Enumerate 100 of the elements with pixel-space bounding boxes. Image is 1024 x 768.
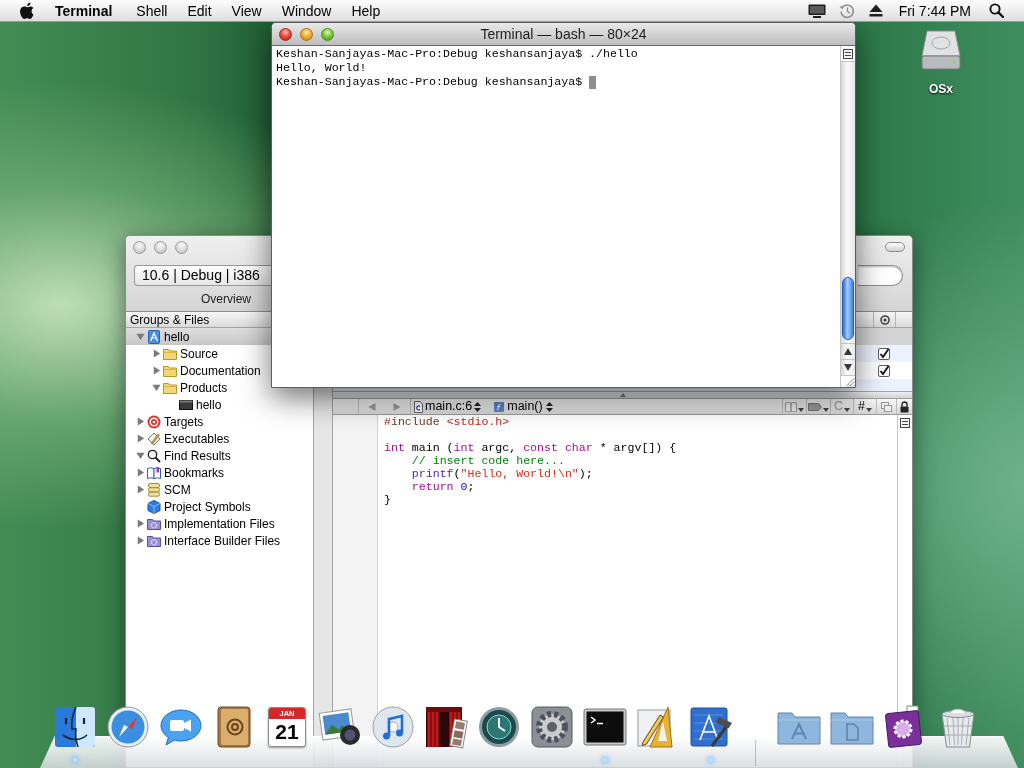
caret-icon bbox=[865, 407, 872, 412]
scrollbar-thumb[interactable] bbox=[842, 277, 854, 340]
code-line: return 0; bbox=[410, 480, 475, 493]
left-triangle-icon bbox=[367, 402, 376, 411]
search-field[interactable] bbox=[858, 265, 903, 286]
triangle-icon[interactable] bbox=[135, 485, 145, 494]
triangle-icon[interactable] bbox=[135, 519, 145, 528]
database-icon bbox=[147, 482, 161, 497]
desktop-icon-label[interactable]: OSx bbox=[929, 82, 953, 96]
triangle-icon[interactable] bbox=[135, 417, 145, 426]
down-arrow-icon[interactable] bbox=[844, 364, 852, 371]
search-icon bbox=[147, 448, 161, 463]
code-line: int main (int argc, const char * argv[]) { bbox=[384, 441, 677, 454]
terminal-line: Keshan-Sanjayas-Mac-Pro:Debug keshansanjaya$ bbox=[276, 75, 583, 89]
tree-item[interactable]: Find Results bbox=[126, 447, 271, 464]
compass-icon[interactable] bbox=[105, 704, 151, 750]
tree-item[interactable]: Project Symbols bbox=[126, 498, 271, 515]
lock-icon bbox=[900, 400, 909, 413]
triangle-icon[interactable] bbox=[135, 468, 145, 477]
tree-item[interactable]: Implementation Files bbox=[126, 515, 277, 532]
tree-item[interactable]: Targets bbox=[126, 413, 271, 430]
minimize-button[interactable] bbox=[300, 27, 313, 41]
hammer-icon[interactable] bbox=[688, 704, 734, 750]
clock-icon[interactable] bbox=[476, 704, 522, 750]
split-view-icon[interactable] bbox=[843, 48, 853, 59]
tree-item[interactable]: Products bbox=[126, 379, 271, 396]
lock-button[interactable] bbox=[896, 399, 912, 414]
triangle-icon[interactable] bbox=[135, 434, 145, 443]
gear-folder-icon bbox=[147, 516, 161, 531]
folder-icon bbox=[163, 380, 177, 395]
display-icon[interactable] bbox=[807, 3, 826, 18]
pencil-document-icon bbox=[147, 431, 161, 446]
apple-logo-icon bbox=[20, 2, 34, 19]
search-icon[interactable] bbox=[989, 3, 1004, 18]
toolbar-label: Overview bbox=[201, 292, 251, 306]
triangle-icon[interactable] bbox=[135, 332, 145, 341]
terminal-line: Keshan-Sanjayas-Mac-Pro:Debug keshansanjaya$ ./hello bbox=[276, 47, 638, 61]
right-triangle-icon bbox=[393, 402, 401, 411]
checkbox[interactable] bbox=[878, 347, 890, 360]
toolbar-toggle-button[interactable] bbox=[885, 242, 905, 252]
curtain-icon[interactable] bbox=[423, 704, 469, 750]
scrollbar[interactable] bbox=[840, 46, 855, 387]
tree-item[interactable]: Bookmarks bbox=[126, 464, 271, 481]
include-popup[interactable]: # bbox=[853, 399, 876, 414]
calendar-day: 21 bbox=[275, 719, 299, 745]
music-disc-icon[interactable] bbox=[370, 704, 416, 750]
up-arrow-icon[interactable] bbox=[844, 348, 852, 355]
triangle-icon[interactable] bbox=[135, 451, 145, 460]
face-icon[interactable] bbox=[52, 704, 98, 750]
tree-item[interactable]: Executables bbox=[126, 430, 271, 447]
eject-icon[interactable] bbox=[868, 4, 883, 17]
tree-item[interactable]: hello bbox=[126, 396, 271, 413]
bookmarks-popup[interactable] bbox=[782, 399, 806, 414]
close-button[interactable] bbox=[279, 27, 292, 41]
cube-icon bbox=[147, 499, 161, 514]
triangle-icon[interactable] bbox=[135, 536, 145, 545]
menu-item[interactable]: Shell bbox=[126, 0, 178, 21]
bullseye-icon[interactable] bbox=[879, 314, 890, 325]
table-row[interactable] bbox=[856, 362, 912, 379]
function-icon bbox=[494, 401, 505, 412]
gear-icon[interactable] bbox=[529, 704, 575, 750]
app-menu[interactable]: Terminal bbox=[46, 0, 127, 21]
minimize-button[interactable] bbox=[154, 240, 167, 254]
code-line: #include <stdio.h> bbox=[384, 415, 510, 428]
triangle-icon[interactable] bbox=[151, 383, 161, 392]
close-button[interactable] bbox=[133, 240, 146, 254]
file-popup[interactable]: main.c:6 bbox=[410, 399, 488, 414]
function-popup[interactable]: main() bbox=[487, 399, 559, 414]
split-view-icon[interactable] bbox=[900, 418, 910, 428]
caret-icon bbox=[823, 407, 829, 412]
caret-icon bbox=[844, 407, 850, 412]
application-window-icon bbox=[179, 397, 193, 412]
tree-item[interactable]: hello bbox=[126, 328, 271, 345]
breakpoints-popup[interactable] bbox=[806, 399, 830, 414]
resize-grip-icon[interactable] bbox=[845, 377, 855, 387]
document-icon bbox=[414, 400, 423, 413]
menu-item[interactable]: Window bbox=[271, 0, 342, 21]
checkbox[interactable] bbox=[878, 364, 890, 377]
menu-item[interactable]: Help bbox=[341, 0, 391, 21]
tree-item[interactable]: SCM bbox=[126, 481, 271, 498]
folder-icon bbox=[163, 346, 177, 361]
menu-item[interactable]: View bbox=[221, 0, 272, 21]
zoom-button[interactable] bbox=[175, 240, 188, 254]
clock-arrow-icon[interactable] bbox=[838, 2, 855, 19]
tree-item[interactable]: Documentation bbox=[126, 362, 271, 379]
hard-drive-icon[interactable] bbox=[920, 28, 962, 72]
terminal-line: Hello, World! bbox=[276, 61, 367, 75]
folder-icon bbox=[163, 363, 177, 378]
tree-item[interactable]: Interface Builder Files bbox=[126, 532, 283, 549]
column-header: Groups & Files bbox=[126, 312, 271, 328]
menu-item[interactable]: Edit bbox=[177, 0, 222, 21]
tree-item[interactable]: Source bbox=[126, 345, 271, 362]
updown-arrows-icon bbox=[474, 401, 482, 412]
triangle-icon[interactable] bbox=[151, 349, 161, 358]
configuration-popup[interactable]: 10.6 | Debug | i386 bbox=[134, 265, 271, 286]
updown-arrows-icon bbox=[545, 401, 553, 412]
code-line: // insert code here... bbox=[410, 454, 565, 467]
zoom-button[interactable] bbox=[321, 27, 334, 41]
triangle-icon[interactable] bbox=[151, 366, 161, 375]
menu-clock[interactable]: Fri 7:44 PM bbox=[898, 0, 971, 21]
